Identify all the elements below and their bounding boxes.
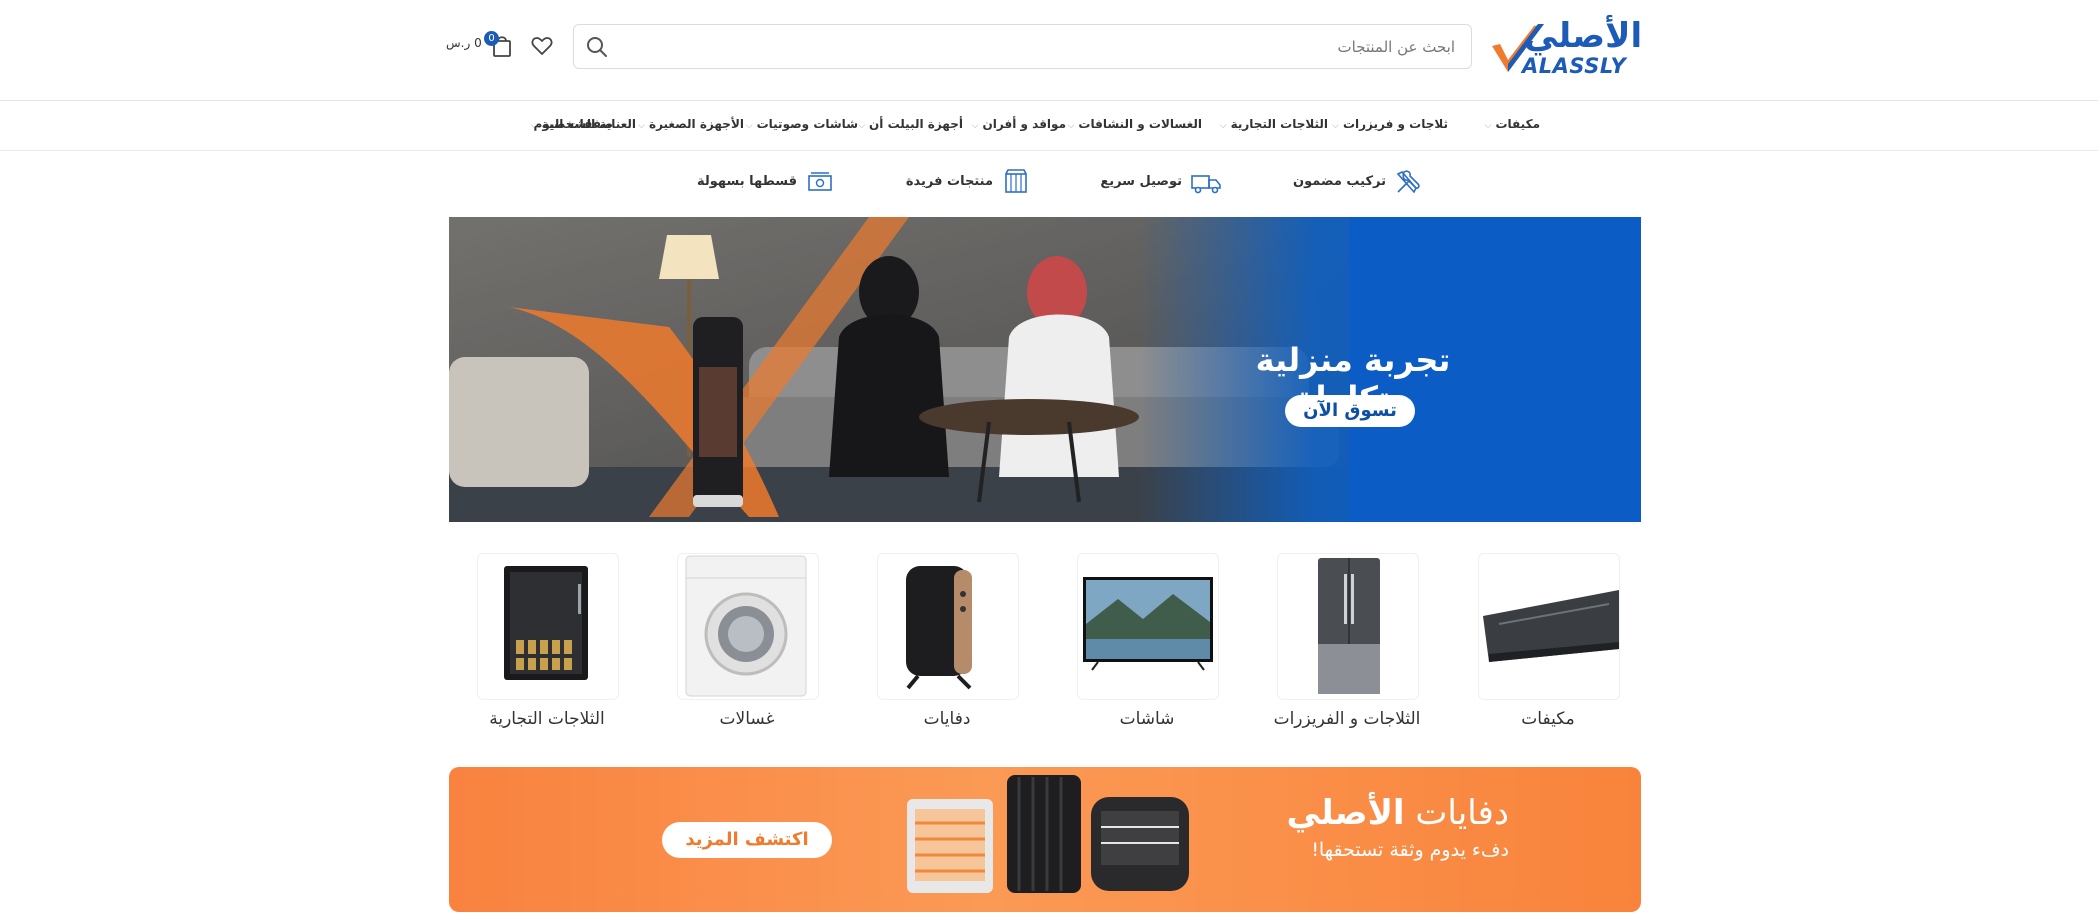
category-card[interactable] — [1277, 553, 1419, 700]
nav-item-ovens[interactable]: مواقد و أفران⌵ — [972, 117, 1066, 131]
nav-label: شاشات وصوتيات — [756, 117, 858, 131]
feature-label: تركيب مضمون — [1293, 174, 1386, 189]
feature-delivery: توصيل سريع — [1100, 168, 1222, 196]
logo-arabic: الأصلي — [1524, 16, 1643, 56]
hero-shop-now-button[interactable]: تسوق الآن — [1285, 395, 1415, 427]
nav-label: أجهزة البيلت أن — [869, 117, 963, 131]
search-bar — [573, 24, 1472, 69]
feature-label: منتجات فريدة — [905, 174, 993, 189]
cart-total[interactable]: 0 ر.س — [446, 36, 482, 50]
feature-label: توصيل سريع — [1100, 174, 1182, 189]
nav-label: الغسالات و النشافات — [1078, 117, 1202, 131]
nav-item-commercial-fridges[interactable]: الثلاجات التجارية⌵ — [1220, 117, 1328, 131]
search-icon[interactable] — [584, 34, 610, 60]
promo-subtitle: دفء يدوم وثقة تستحقها! — [1311, 839, 1509, 861]
category-label: غسالات — [719, 709, 775, 729]
tools-icon — [1396, 170, 1420, 194]
feature-label: قسطها بسهولة — [696, 174, 797, 189]
chevron-down-icon: ⌵ — [1332, 121, 1339, 131]
category-label: الثلاجات و الفريزرات — [1273, 709, 1421, 729]
chevron-down-icon: ⌵ — [1067, 121, 1075, 131]
cash-icon — [808, 172, 832, 191]
hero-banner[interactable]: تجربة منزلية متكاملة تسوق الآن — [449, 217, 1641, 522]
television-icon — [1083, 577, 1213, 671]
category-card[interactable] — [477, 553, 619, 700]
beverage-cooler-icon — [504, 566, 588, 680]
category-card[interactable] — [1478, 553, 1620, 700]
nav-item-fridges[interactable]: ثلاجات و فريزرات⌵ — [1332, 117, 1448, 131]
store-icon — [1005, 169, 1027, 193]
nav-item-washers[interactable]: الغسالات و النشافات⌵ — [1068, 117, 1202, 131]
category-card[interactable] — [1077, 553, 1219, 700]
feature-installments: قسطها بسهولة — [697, 168, 833, 196]
nav-label: مكيفات — [1495, 117, 1540, 131]
chevron-down-icon: ⌵ — [1219, 121, 1227, 131]
feature-installation: تركيب مضمون — [1293, 168, 1422, 196]
nav-item-screens[interactable]: شاشات وصوتيات⌵ — [746, 117, 858, 131]
logo-english: ALASSLY — [1522, 54, 1627, 78]
promo-title-light: دفايات — [1415, 793, 1509, 833]
category-label: مكيفات — [1521, 709, 1575, 729]
category-label: شاشات — [1119, 709, 1175, 729]
nav-label: الأجهزة الصغيرة — [648, 117, 744, 131]
chevron-down-icon: ⌵ — [1484, 121, 1492, 131]
heaters-promo-banner[interactable]: دفايات الأصلي دفء يدوم وثقة تستحقها! اكت… — [449, 767, 1641, 912]
refrigerator-icon — [1318, 558, 1380, 694]
truck-icon — [1191, 175, 1221, 194]
nav-label: الثلاجات التجارية — [1230, 117, 1328, 131]
discover-more-button[interactable]: اكتشف المزيد — [662, 822, 832, 858]
chevron-down-icon: ⌵ — [745, 121, 753, 131]
nav-item-small-appliances[interactable]: الأجهزة الصغيرة⌵ — [638, 117, 744, 131]
promo-title-bold: الأصلي — [1286, 793, 1405, 833]
washing-machine-icon — [685, 555, 807, 697]
nav-item-ac[interactable]: مكيفات⌵ — [1485, 117, 1540, 131]
chevron-down-icon: ⌵ — [858, 121, 866, 131]
site-logo[interactable]: الأصلي ALASSLY — [1488, 16, 1643, 80]
search-input[interactable] — [673, 34, 1457, 60]
nav-item-built-in[interactable]: أجهزة البيلت أن⌵ — [858, 117, 963, 131]
nav-item-daily-deals[interactable]: صفقات اليوم — [534, 117, 613, 131]
chevron-down-icon: ⌵ — [971, 121, 979, 131]
category-label: دفايات — [923, 709, 971, 729]
chevron-down-icon: ⌵ — [638, 121, 645, 131]
nav-label: ثلاجات و فريزرات — [1342, 117, 1448, 131]
category-card[interactable] — [677, 553, 819, 700]
air-conditioner-icon — [1483, 590, 1619, 662]
oil-heater-icon — [906, 566, 972, 690]
cart-count-badge: 0 — [484, 31, 499, 46]
promo-title: دفايات الأصلي — [1229, 793, 1509, 833]
category-card[interactable] — [877, 553, 1019, 700]
wishlist-heart-icon[interactable] — [531, 35, 553, 57]
nav-label: مواقد و أفران — [982, 117, 1066, 131]
feature-unique-products: منتجات فريدة — [906, 168, 1029, 196]
category-label: الثلاجات التجارية — [489, 709, 605, 729]
nav-label: صفقات اليوم — [533, 117, 613, 131]
